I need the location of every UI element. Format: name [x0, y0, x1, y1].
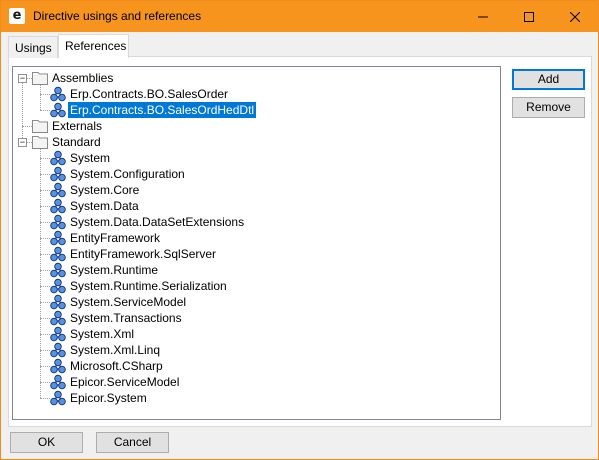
collapse-toggle-icon[interactable]: −	[18, 74, 27, 83]
tree-branch-line	[40, 84, 41, 110]
tree-assembly-node[interactable]: System.Data.DataSetExtensions	[68, 214, 246, 230]
tree-assembly-node[interactable]: System.Runtime.Serialization	[68, 278, 229, 294]
tree-connector-line	[22, 126, 32, 127]
tree-branch-line	[40, 148, 41, 398]
title-bar[interactable]: e Directive usings and references	[1, 1, 598, 32]
assembly-icon	[50, 102, 66, 118]
close-icon	[570, 11, 580, 22]
tree-connector-line	[40, 366, 50, 367]
assembly-icon	[50, 150, 66, 166]
maximize-icon	[524, 11, 534, 22]
tree-assembly-node[interactable]: Microsoft.CSharp	[68, 358, 165, 374]
tree-folder-node[interactable]: Assemblies	[50, 70, 115, 86]
tree-connector-line	[40, 270, 50, 271]
tab-references[interactable]: References	[58, 34, 129, 58]
tree-root-line	[22, 78, 23, 142]
minimize-icon	[478, 16, 488, 17]
assembly-icon	[50, 390, 66, 406]
assembly-icon	[50, 374, 66, 390]
cancel-button[interactable]: Cancel	[96, 432, 169, 453]
assembly-icon	[50, 358, 66, 374]
tree-assembly-node[interactable]: EntityFramework.SqlServer	[68, 246, 218, 262]
tree-connector-line	[40, 94, 50, 95]
collapse-toggle-icon[interactable]: −	[18, 138, 27, 147]
tree-assembly-node[interactable]: Epicor.ServiceModel	[68, 374, 181, 390]
tree-assembly-node[interactable]: System.Data	[68, 198, 141, 214]
tree-assembly-node[interactable]: System.Configuration	[68, 166, 187, 182]
tree-connector-line	[40, 254, 50, 255]
app-icon-letter: e	[12, 8, 22, 23]
window-title: Directive usings and references	[33, 9, 202, 23]
tree-connector-line	[40, 350, 50, 351]
tree-connector-line	[40, 318, 50, 319]
add-button[interactable]: Add	[512, 69, 585, 90]
assembly-icon	[50, 294, 66, 310]
tree-assembly-node[interactable]: Erp.Contracts.BO.SalesOrder	[68, 86, 230, 102]
ok-button[interactable]: OK	[10, 432, 83, 453]
tree-connector-line	[40, 382, 50, 383]
minimize-button[interactable]	[460, 1, 506, 32]
assembly-icon	[50, 278, 66, 294]
assembly-icon	[50, 182, 66, 198]
folder-icon	[32, 71, 48, 85]
tree-connector-line	[40, 158, 50, 159]
tree-connector-line	[40, 222, 50, 223]
tree-connector-line	[40, 174, 50, 175]
assembly-icon	[50, 166, 66, 182]
references-tree[interactable]: − Assemblies Erp.Contracts.BO.SalesOrder Er…	[12, 66, 501, 420]
assembly-icon	[50, 214, 66, 230]
assembly-icon	[50, 262, 66, 278]
tree-assembly-node[interactable]: System.Transactions	[68, 310, 184, 326]
remove-button[interactable]: Remove	[512, 97, 585, 118]
tree-assembly-node[interactable]: System.ServiceModel	[68, 294, 188, 310]
assembly-icon	[50, 326, 66, 342]
tree-connector-line	[40, 302, 50, 303]
tree-folder-node[interactable]: Externals	[50, 118, 104, 134]
tree-folder-node[interactable]: Standard	[50, 134, 103, 150]
assembly-icon	[50, 230, 66, 246]
tree-connector-line	[40, 238, 50, 239]
assembly-icon	[50, 86, 66, 102]
tree-connector-line	[40, 334, 50, 335]
tree-assembly-node[interactable]: System.Xml.Linq	[68, 342, 162, 358]
tree-connector-line	[40, 286, 50, 287]
tree-assembly-node[interactable]: System.Core	[68, 182, 141, 198]
tree-assembly-node[interactable]: Epicor.System	[68, 390, 149, 406]
tree-assembly-node[interactable]: Erp.Contracts.BO.SalesOrdHedDtl	[68, 102, 257, 118]
folder-icon	[32, 119, 48, 133]
tree-connector-line	[40, 110, 50, 111]
tree-connector-line	[40, 206, 50, 207]
maximize-button[interactable]	[506, 1, 552, 32]
assembly-icon	[50, 246, 66, 262]
tree-assembly-node[interactable]: EntityFramework	[68, 230, 162, 246]
tree-connector-line	[40, 190, 50, 191]
assembly-icon	[50, 198, 66, 214]
app-icon: e	[9, 8, 25, 24]
close-button[interactable]	[552, 1, 598, 32]
assembly-icon	[50, 310, 66, 326]
tree-assembly-node[interactable]: System.Xml	[68, 326, 136, 342]
tab-usings[interactable]: Usings	[8, 36, 58, 58]
tree-assembly-node[interactable]: System	[68, 150, 112, 166]
tree-assembly-node[interactable]: System.Runtime	[68, 262, 160, 278]
assembly-icon	[50, 342, 66, 358]
folder-icon	[32, 135, 48, 149]
tree-connector-line	[40, 398, 50, 399]
